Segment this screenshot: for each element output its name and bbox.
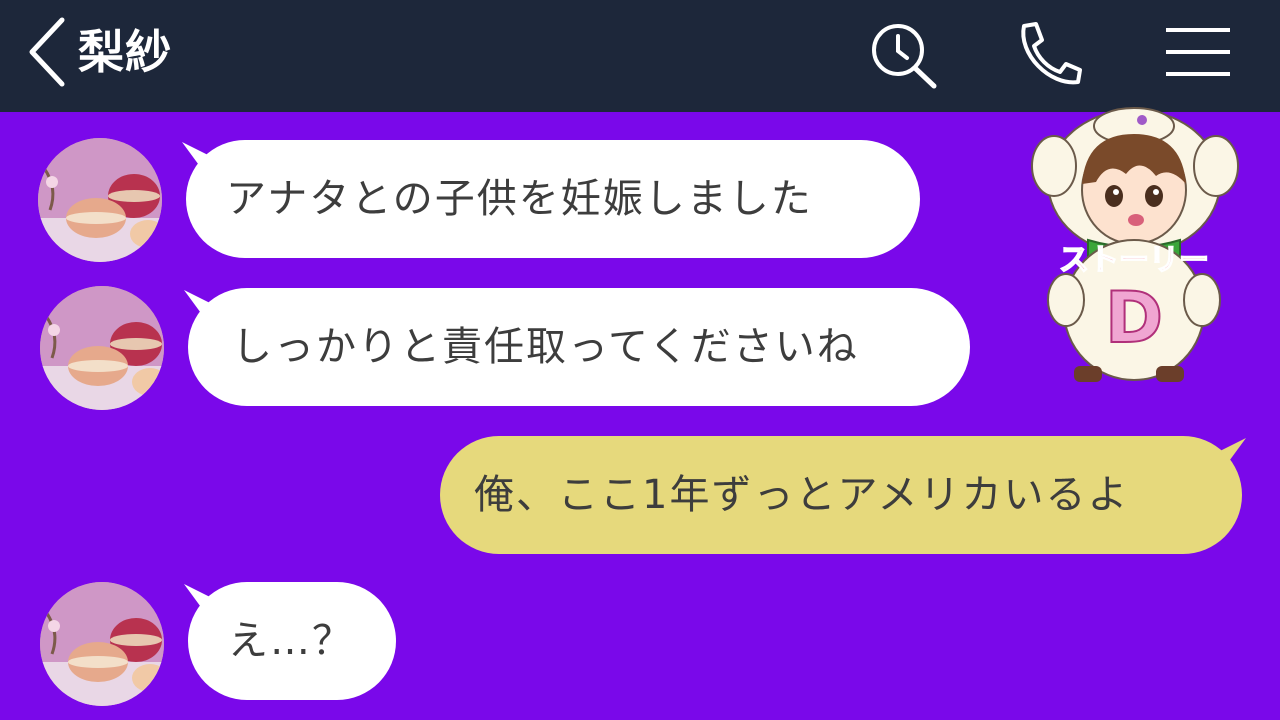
message-text: 俺、ここ1年ずっとアメリカいるよ xyxy=(474,472,1130,518)
bubble-tail xyxy=(1210,438,1246,468)
mascot-sticker: ストーリー D xyxy=(1030,104,1240,394)
contact-avatar[interactable] xyxy=(40,286,164,410)
contact-avatar[interactable] xyxy=(38,138,162,262)
search-clock-icon xyxy=(872,24,937,89)
macaron-avatar-image xyxy=(38,138,162,262)
message-text: しっかりと責任取ってくださいね xyxy=(232,324,859,370)
message-text: アナタとの子供を妊娠しました xyxy=(226,176,813,222)
bubble-tail xyxy=(182,142,218,172)
bubble-tail xyxy=(184,584,220,614)
message-bubble-incoming[interactable]: しっかりと責任取ってくださいね xyxy=(184,288,970,406)
mascot-letter: D xyxy=(1105,277,1163,359)
search-button[interactable] xyxy=(866,20,942,90)
contact-name: 梨紗 xyxy=(78,25,172,79)
message-bubble-incoming[interactable]: え…？ xyxy=(184,582,396,700)
phone-icon xyxy=(1021,22,1082,85)
call-button[interactable] xyxy=(1010,18,1086,88)
mascot-sign-text: ストーリー xyxy=(1059,243,1209,278)
menu-icon xyxy=(1166,28,1230,76)
menu-button[interactable] xyxy=(1160,22,1236,82)
macaron-avatar-image xyxy=(40,286,164,410)
macaron-avatar-image xyxy=(40,582,164,706)
message-bubble-incoming[interactable]: アナタとの子供を妊娠しました xyxy=(182,140,920,258)
back-chevron-icon xyxy=(29,17,65,87)
chat-header: 梨紗 xyxy=(0,0,1280,112)
message-text: え…？ xyxy=(228,618,354,664)
message-bubble-outgoing[interactable]: 俺、ここ1年ずっとアメリカいるよ xyxy=(440,436,1246,554)
bubble-tail xyxy=(184,290,220,320)
contact-avatar[interactable] xyxy=(40,582,164,706)
back-button[interactable] xyxy=(24,14,74,90)
sheep-mascot-illustration: ストーリー D xyxy=(1031,107,1239,382)
